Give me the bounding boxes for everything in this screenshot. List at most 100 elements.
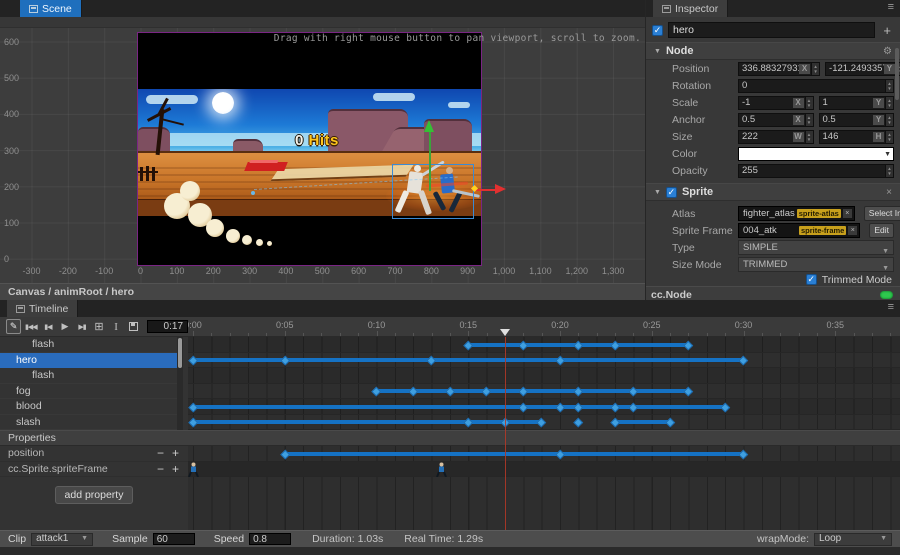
field-value[interactable]: 0.5Y	[819, 113, 887, 127]
stepper-arrows[interactable]: ▲▼	[886, 113, 894, 127]
next-frame-button[interactable]: ▶▮	[74, 319, 89, 334]
select-in-atlas-button[interactable]: Select In Atlas	[864, 206, 900, 221]
playhead-line[interactable]	[505, 337, 507, 530]
clip-select[interactable]: attack1 ▼	[31, 533, 93, 546]
speed-input[interactable]: 0.8	[249, 533, 291, 545]
node-active-checkbox[interactable]: ✓	[652, 25, 663, 36]
add-key-button[interactable]: +	[172, 446, 179, 462]
clear-asset-icon[interactable]: ×	[843, 209, 852, 218]
gear-icon[interactable]: ⚙	[883, 46, 892, 57]
field-value[interactable]: 146H	[819, 130, 887, 144]
edit-button[interactable]: Edit	[869, 223, 894, 238]
keyframe-diamond[interactable]	[610, 340, 619, 349]
number-field[interactable]: 1Y▲▼	[819, 96, 895, 110]
field-value[interactable]: -121.24933571Y	[825, 62, 897, 76]
field-value[interactable]: -1X	[738, 96, 806, 110]
stepper-arrows[interactable]: ▲▼	[886, 96, 894, 110]
keyframe-diamond[interactable]	[555, 402, 564, 411]
stepper-arrows[interactable]: ▲▼	[806, 130, 814, 144]
timeline-ruler[interactable]: 0:000:050:100:150:200:250:300:35	[188, 317, 900, 337]
timeline-node-blood[interactable]: blood	[0, 399, 177, 415]
keyframe-diamond[interactable]	[537, 418, 546, 427]
sprite-enabled-checkbox[interactable]: ✓	[666, 187, 677, 198]
timeline-node-flash[interactable]: flash	[0, 337, 177, 353]
gizmo-y-axis[interactable]	[429, 132, 431, 191]
field-value[interactable]: 255	[738, 164, 886, 178]
number-field[interactable]: 0.5Y▲▼	[819, 113, 895, 127]
number-field[interactable]: -1X▲▼	[738, 96, 814, 110]
keyframe-diamond[interactable]	[519, 340, 528, 349]
keyframe-bar[interactable]	[615, 420, 670, 424]
number-field[interactable]: -121.24933571Y▲▼	[825, 62, 900, 76]
scene-canvas[interactable]: 6005004003002001000 -300-200-10001002003…	[0, 28, 645, 283]
add-key-button[interactable]: +	[172, 462, 179, 478]
asset-field[interactable]: fighter_atlassprite-atlas×	[738, 206, 855, 221]
number-field[interactable]: 336.883279313X▲▼	[738, 62, 820, 76]
number-field[interactable]: 0.5X▲▼	[738, 113, 814, 127]
ccnode-toggle[interactable]	[880, 291, 893, 299]
keyframe-diamond[interactable]	[574, 340, 583, 349]
play-button[interactable]: ▶	[57, 319, 72, 334]
color-swatch[interactable]: ▼	[738, 147, 894, 161]
save-clip-button[interactable]	[126, 319, 141, 334]
keyframe-bar[interactable]	[285, 452, 744, 456]
current-time-display[interactable]: 0:17	[147, 320, 188, 333]
number-field[interactable]: 146H▲▼	[819, 130, 895, 144]
keyframe-diamond[interactable]	[519, 402, 528, 411]
add-property-button[interactable]: add property	[55, 486, 134, 504]
node-name-input[interactable]	[668, 22, 875, 38]
wrapmode-select[interactable]: Loop ▼	[814, 533, 892, 546]
tab-timeline[interactable]: Timeline	[7, 300, 78, 317]
asset-field[interactable]: 004_atksprite-frame×	[738, 223, 860, 238]
keyframe-diamond[interactable]	[574, 402, 583, 411]
inspector-scrollbar[interactable]	[895, 48, 899, 100]
sample-input[interactable]: 60	[153, 533, 195, 545]
keyframe-diamond[interactable]	[684, 387, 693, 396]
timeline-track-fog[interactable]	[188, 384, 900, 400]
stepper-arrows[interactable]: ▲▼	[806, 113, 814, 127]
keyframe-diamond[interactable]	[684, 340, 693, 349]
keyframe-diamond[interactable]	[721, 402, 730, 411]
size-mode-select[interactable]: TRIMMED▼	[738, 257, 894, 272]
collapse-arrow-icon[interactable]: ▼	[654, 48, 661, 55]
gizmo-x-axis[interactable]	[476, 189, 496, 191]
tab-inspector[interactable]: Inspector	[653, 0, 728, 17]
scrollbar-thumb[interactable]	[178, 338, 182, 368]
panel-menu-icon[interactable]: ≡	[888, 300, 900, 317]
field-value[interactable]: 222W	[738, 130, 806, 144]
clear-asset-icon[interactable]: ×	[848, 226, 857, 235]
trimmed-mode-checkbox[interactable]: ✓	[806, 274, 817, 285]
add-component-button[interactable]: +	[880, 23, 894, 38]
stepper-arrows[interactable]: ▲▼	[886, 79, 894, 93]
insert-event-button[interactable]: I	[109, 319, 124, 334]
field-value[interactable]: 336.883279313X	[738, 62, 812, 76]
playhead-marker[interactable]	[500, 329, 510, 336]
keyframe-diamond[interactable]	[666, 418, 675, 427]
sprite-section-header[interactable]: ▼ ✓ Sprite ×	[646, 183, 900, 201]
stepper-arrows[interactable]: ▲▼	[806, 96, 814, 110]
keyframe-diamond[interactable]	[739, 356, 748, 365]
field-value[interactable]: 1Y	[819, 96, 887, 110]
prev-frame-button[interactable]: ▮◀	[40, 319, 55, 334]
properties-tracks[interactable]	[188, 446, 900, 530]
timeline-node-slash[interactable]: slash	[0, 415, 177, 431]
rewind-start-button[interactable]: ▮◀◀	[23, 319, 38, 334]
add-keyframe-button[interactable]: ⊞	[91, 319, 106, 334]
number-field[interactable]: 0▲▼	[738, 79, 894, 93]
keyframe-bar[interactable]	[193, 405, 725, 409]
number-field[interactable]: 222W▲▼	[738, 130, 814, 144]
gizmo-y-arrow-icon[interactable]	[424, 120, 434, 132]
remove-property-button[interactable]: −	[157, 446, 164, 462]
collapse-arrow-icon[interactable]: ▼	[654, 189, 661, 196]
timeline-track-hero[interactable]	[188, 353, 900, 369]
stepper-arrows[interactable]: ▲▼	[886, 164, 894, 178]
remove-property-button[interactable]: −	[157, 462, 164, 478]
gizmo-x-arrow-icon[interactable]	[495, 184, 506, 194]
node-section-header[interactable]: ▼ Node ⚙	[646, 42, 900, 60]
tab-scene[interactable]: Scene	[20, 0, 82, 17]
keyframe-bar[interactable]	[193, 420, 542, 424]
property-track-cc.Sprite.spriteFrame[interactable]	[188, 462, 900, 478]
property-track-position[interactable]	[188, 446, 900, 462]
panel-menu-icon[interactable]: ≡	[888, 0, 900, 17]
keyframe-diamond[interactable]	[280, 449, 289, 458]
